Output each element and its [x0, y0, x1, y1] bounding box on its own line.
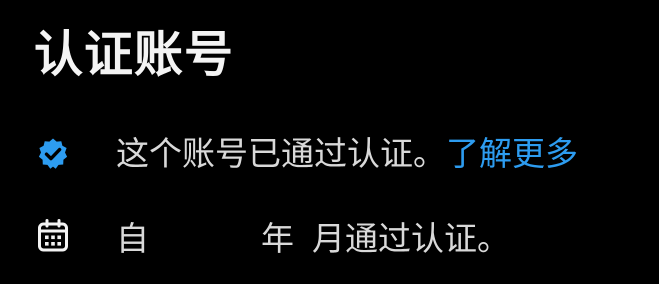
verified-row: 这个账号已通过认证。 了解更多: [36, 132, 578, 176]
learn-more-link[interactable]: 了解更多: [446, 134, 578, 174]
month-verified-text: 月通过认证。: [312, 219, 510, 258]
date-prefix-text: 自: [116, 219, 149, 258]
page-title: 认证账号: [34, 26, 235, 83]
verified-account-panel: 认证账号 这个账号已通过认证。 了解更多 自 年 月通过认证。: [0, 0, 659, 284]
year-unit-text: 年: [261, 219, 294, 258]
verified-badge-icon: [36, 137, 70, 171]
verified-status-text: 这个账号已通过认证。: [116, 134, 446, 174]
calendar-icon: [36, 219, 70, 253]
verified-date-row: 自 年 月通过认证。: [36, 214, 510, 258]
